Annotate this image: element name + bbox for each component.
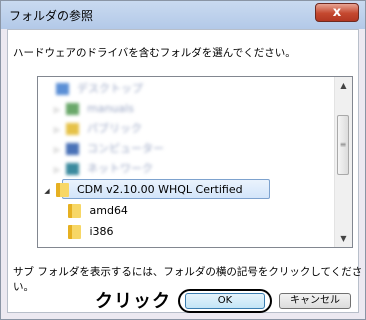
folder-icon: [68, 204, 81, 218]
tree-scrollbar[interactable]: ▲ ≡ ▼: [334, 77, 352, 247]
instruction-text: ハードウェアのドライバを含むフォルダを選んでください。: [13, 47, 296, 59]
expander-icon: ▷: [54, 106, 60, 114]
tree-item-selected[interactable]: ◢ CDM v2.10.00 WHQL Certified: [42, 179, 282, 201]
tree-item-label: コンピューター: [87, 142, 164, 155]
tree-item-amd64[interactable]: amd64: [68, 201, 128, 221]
selected-folder-label: CDM v2.10.00 WHQL Certified: [77, 183, 243, 196]
expander-icon: ▷: [54, 126, 60, 134]
window-title: フォルダの参照: [9, 9, 94, 23]
tree-item-label: manuals: [87, 102, 134, 115]
scroll-thumb[interactable]: ≡: [337, 115, 349, 175]
tree-item-desktop[interactable]: デスクトップ: [42, 79, 143, 99]
expanded-arrow-icon[interactable]: ◢: [42, 181, 52, 201]
scroll-up-icon[interactable]: ▲: [335, 77, 352, 94]
network-icon: [65, 163, 79, 175]
tree-item-label: amd64: [89, 204, 128, 217]
expander-icon: ▷: [54, 146, 60, 154]
folder-icon: [65, 123, 79, 135]
desktop-icon: [55, 83, 69, 95]
tree-item-label: デスクトップ: [77, 82, 143, 95]
scroll-down-icon[interactable]: ▼: [335, 230, 352, 247]
library-icon: [65, 103, 79, 115]
tree-item-network[interactable]: ▷ ネットワーク: [52, 159, 153, 179]
tree-item-label: パブリック: [87, 122, 142, 135]
folder-icon: [68, 225, 81, 239]
expander-icon: ▷: [54, 166, 60, 174]
tree-item-i386[interactable]: i386: [68, 222, 114, 242]
title-bar[interactable]: フォルダの参照 x: [1, 1, 365, 29]
folder-open-icon: [55, 183, 69, 197]
tree-item-label: i386: [89, 225, 114, 238]
click-annotation: クリック: [95, 291, 171, 312]
ok-button[interactable]: OK: [185, 293, 265, 309]
tree-item-public[interactable]: ▷ パブリック: [52, 119, 142, 139]
tree-item-label: ネットワーク: [87, 162, 153, 175]
tree-item-manuals[interactable]: ▷ manuals: [52, 99, 134, 119]
browse-folder-dialog: フォルダの参照 x ハードウェアのドライバを含むフォルダを選んでください。 デス…: [0, 0, 366, 320]
tree-item-computer[interactable]: ▷ コンピューター: [52, 139, 164, 159]
cancel-button[interactable]: キャンセル: [279, 293, 351, 309]
close-button[interactable]: x: [315, 3, 359, 22]
folder-tree[interactable]: デスクトップ ▷ manuals ▷ パブリック ▷ コンピューター ▷ ネット…: [37, 76, 353, 248]
computer-icon: [65, 143, 79, 155]
